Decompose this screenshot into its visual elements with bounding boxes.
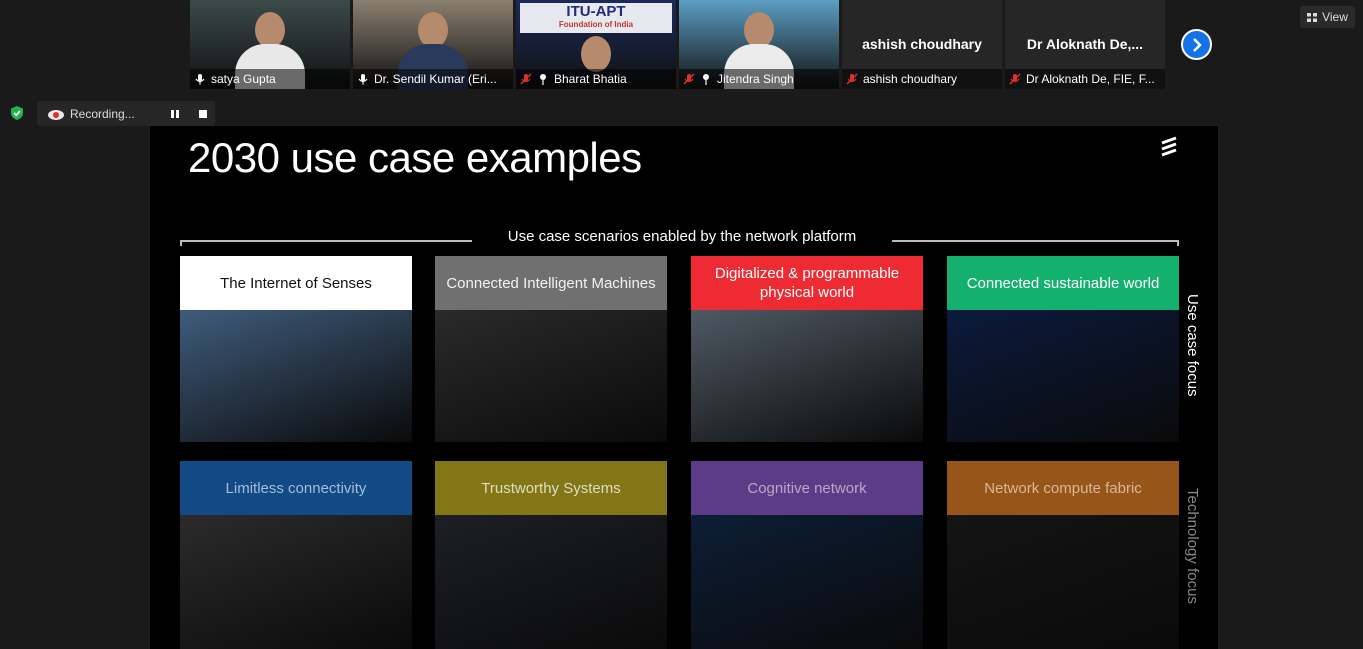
logo-title: ITU-APT (566, 3, 626, 20)
use-case-card: The Internet of Senses (180, 256, 412, 442)
use-case-card-label: Connected sustainable world (947, 256, 1179, 310)
section-divider-left (180, 240, 472, 242)
pause-icon[interactable] (167, 106, 183, 122)
shield-check-icon[interactable] (9, 105, 25, 121)
ericsson-logo-icon (1161, 136, 1177, 157)
pin-icon (540, 74, 546, 85)
technology-card: Limitless connectivity (180, 461, 412, 649)
participant-tile[interactable]: ITU-APT Foundation of India Bharat Bhati… (516, 0, 676, 89)
participant-name-bar: Dr. Sendil Kumar (Eri... (353, 69, 513, 89)
participant-name: Dr Aloknath De, FIE, F... (1026, 72, 1155, 86)
slide-title: 2030 use case examples (188, 134, 642, 181)
use-case-card: Connected Intelligent Machines (435, 256, 667, 442)
stop-icon[interactable] (195, 106, 211, 122)
technology-card-label: Trustworthy Systems (435, 461, 667, 515)
technology-card-label: Network compute fabric (947, 461, 1179, 515)
recording-label: Recording... (70, 106, 135, 121)
participant-face (744, 12, 774, 48)
technology-focus-label: Technology focus (1184, 488, 1201, 604)
participant-face (255, 12, 285, 48)
use-case-card-image (947, 310, 1179, 442)
participant-name-bar: Jitendra Singh (679, 69, 839, 89)
technology-card: Network compute fabric (947, 461, 1179, 649)
shared-slide: 2030 use case examples Use case scenario… (150, 126, 1218, 649)
technology-card-image (691, 515, 923, 649)
use-case-card: Digitalized & programmable physical worl… (691, 256, 923, 442)
participant-display-name: Dr Aloknath De,... (1026, 36, 1144, 52)
mic-muted-icon (520, 73, 532, 85)
mic-muted-icon (1009, 73, 1021, 85)
participant-tile[interactable]: Dr Aloknath De,... Dr Aloknath De, FIE, … (1005, 0, 1165, 89)
technology-card: Trustworthy Systems (435, 461, 667, 649)
participant-name-bar: ashish choudhary (842, 69, 1002, 89)
cloud-record-icon (48, 109, 64, 120)
use-case-focus-label: Use case focus (1184, 294, 1201, 397)
use-case-card: Connected sustainable world (947, 256, 1179, 442)
grid-icon (1307, 12, 1318, 22)
use-case-card-image (180, 310, 412, 442)
mic-muted-icon (846, 73, 858, 85)
participant-name: Jitendra Singh (717, 72, 794, 86)
participant-strip: satya Gupta Dr. Sendil Kumar (Eri... ITU… (190, 0, 1168, 91)
use-case-card-image (435, 310, 667, 442)
use-case-card-label: Digitalized & programmable physical worl… (691, 256, 923, 310)
technology-card: Cognitive network (691, 461, 923, 649)
technology-card-image (180, 515, 412, 649)
participant-name: satya Gupta (211, 72, 276, 86)
use-case-card-label: The Internet of Senses (180, 256, 412, 310)
technology-card-label: Limitless connectivity (180, 461, 412, 515)
participant-tile[interactable]: ashish choudhary ashish choudhary (842, 0, 1002, 89)
mic-icon (195, 74, 205, 85)
participant-name: Dr. Sendil Kumar (Eri... (374, 72, 497, 86)
section-divider-right (892, 240, 1179, 242)
chevron-right-icon (1192, 37, 1202, 52)
section-divider-tick (1177, 240, 1179, 246)
participant-name: Bharat Bhatia (554, 72, 627, 86)
participant-display-name: ashish choudhary (862, 36, 982, 52)
pin-icon (703, 74, 709, 85)
participant-name-bar: Dr Aloknath De, FIE, F... (1005, 69, 1165, 89)
participant-face (581, 36, 611, 72)
participant-tile[interactable]: Jitendra Singh (679, 0, 839, 89)
participant-tile[interactable]: satya Gupta (190, 0, 350, 89)
view-button[interactable]: View (1300, 6, 1355, 28)
technology-card-image (435, 515, 667, 649)
mic-muted-icon (683, 73, 695, 85)
use-case-card-label: Connected Intelligent Machines (435, 256, 667, 310)
recording-indicator: Recording... (37, 101, 215, 126)
itu-apt-logo: ITU-APT Foundation of India (520, 3, 672, 33)
logo-subtitle: Foundation of India (558, 20, 634, 29)
section-label: Use case scenarios enabled by the networ… (507, 228, 857, 245)
technology-card-image (947, 515, 1179, 649)
participant-tile[interactable]: Dr. Sendil Kumar (Eri... (353, 0, 513, 89)
participant-name: ashish choudhary (863, 72, 958, 86)
technology-card-label: Cognitive network (691, 461, 923, 515)
mic-icon (358, 74, 368, 85)
view-label: View (1322, 10, 1348, 24)
use-case-card-image (691, 310, 923, 442)
section-divider-tick (180, 240, 182, 246)
next-page-button[interactable] (1181, 29, 1212, 60)
participant-name-bar: satya Gupta (190, 69, 350, 89)
participant-face (418, 12, 448, 48)
participant-name-bar: Bharat Bhatia (516, 69, 676, 89)
